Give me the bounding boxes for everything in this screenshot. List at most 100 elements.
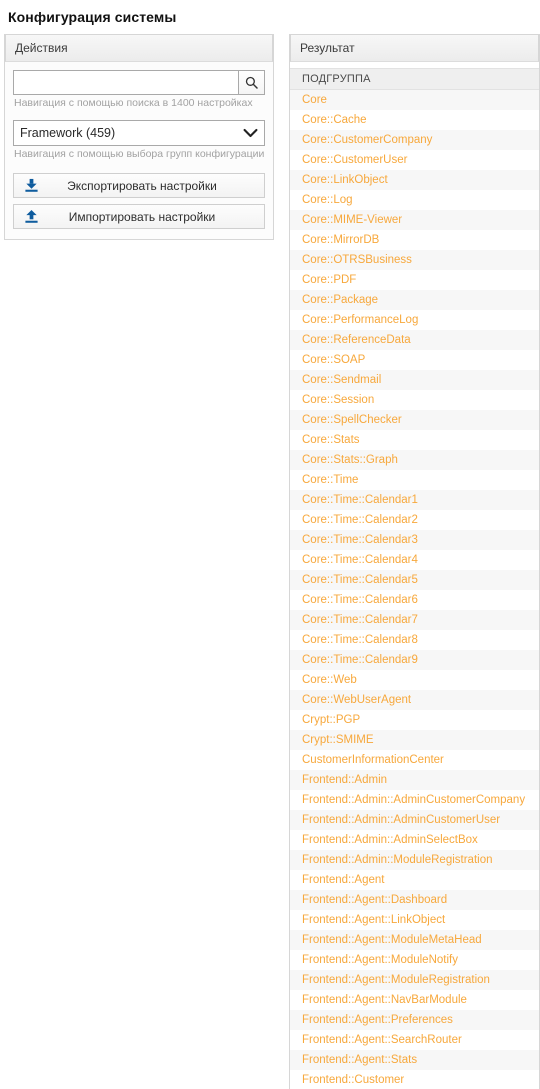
list-item[interactable]: Core::LinkObject	[290, 170, 539, 190]
subgroup-link[interactable]: Frontend::Agent::NavBarModule	[302, 994, 467, 1006]
subgroup-link[interactable]: Core::Cache	[302, 114, 367, 126]
subgroup-link[interactable]: Core::Session	[302, 394, 374, 406]
list-item[interactable]: Core::CustomerUser	[290, 150, 539, 170]
list-item[interactable]: Core::Stats	[290, 430, 539, 450]
subgroup-link[interactable]: Core::CustomerUser	[302, 154, 407, 166]
list-item[interactable]: Core::Stats::Graph	[290, 450, 539, 470]
list-item[interactable]: Core::SpellChecker	[290, 410, 539, 430]
subgroup-link[interactable]: Frontend::Admin	[302, 774, 387, 786]
list-item[interactable]: Frontend::Admin::AdminCustomerCompany	[290, 790, 539, 810]
subgroup-link[interactable]: Frontend::Agent::Preferences	[302, 1014, 453, 1026]
list-item[interactable]: Frontend::Admin::ModuleRegistration	[290, 850, 539, 870]
import-settings-button[interactable]: Импортировать настройки	[13, 204, 265, 229]
search-input[interactable]	[13, 70, 238, 95]
list-item[interactable]: Core::PDF	[290, 270, 539, 290]
list-item[interactable]: Frontend::Admin::AdminSelectBox	[290, 830, 539, 850]
subgroup-link[interactable]: Core::MIME-Viewer	[302, 214, 402, 226]
subgroup-link[interactable]: Core::CustomerCompany	[302, 134, 432, 146]
list-item[interactable]: Crypt::PGP	[290, 710, 539, 730]
search-submit-button[interactable]	[238, 70, 265, 95]
subgroup-link[interactable]: Core::MirrorDB	[302, 234, 379, 246]
list-item[interactable]: Frontend::Agent::LinkObject	[290, 910, 539, 930]
list-item[interactable]: Core::MIME-Viewer	[290, 210, 539, 230]
list-item[interactable]: Core::Session	[290, 390, 539, 410]
subgroup-link[interactable]: Frontend::Admin::AdminSelectBox	[302, 834, 478, 846]
subgroup-link[interactable]: Frontend::Agent::SearchRouter	[302, 1034, 462, 1046]
list-item[interactable]: Core::MirrorDB	[290, 230, 539, 250]
subgroup-link[interactable]: Frontend::Agent::ModuleRegistration	[302, 974, 490, 986]
list-item[interactable]: Frontend::Agent::ModuleRegistration	[290, 970, 539, 990]
subgroup-link[interactable]: Core::WebUserAgent	[302, 694, 411, 706]
list-item[interactable]: Core::Time::Calendar3	[290, 530, 539, 550]
list-item[interactable]: Frontend::Agent::SearchRouter	[290, 1030, 539, 1050]
list-item[interactable]: Frontend::Agent::Preferences	[290, 1010, 539, 1030]
list-item[interactable]: Frontend::Admin	[290, 770, 539, 790]
subgroup-link[interactable]: Frontend::Admin::AdminCustomerCompany	[302, 794, 525, 806]
subgroup-link[interactable]: Core::ReferenceData	[302, 334, 411, 346]
list-item[interactable]: Core::SOAP	[290, 350, 539, 370]
list-item[interactable]: Core::Cache	[290, 110, 539, 130]
list-item[interactable]: Core::Time::Calendar5	[290, 570, 539, 590]
subgroup-link[interactable]: Core::PerformanceLog	[302, 314, 418, 326]
subgroup-link[interactable]: Core::Time::Calendar5	[302, 574, 418, 586]
subgroup-link[interactable]: Core::PDF	[302, 274, 356, 286]
subgroup-link[interactable]: Core::Stats::Graph	[302, 454, 398, 466]
list-item[interactable]: Core::Log	[290, 190, 539, 210]
subgroup-link[interactable]: Core::Stats	[302, 434, 360, 446]
subgroup-link[interactable]: Core::Time::Calendar2	[302, 514, 418, 526]
subgroup-link[interactable]: Core	[302, 94, 327, 106]
list-item[interactable]: Core::Package	[290, 290, 539, 310]
list-item[interactable]: Frontend::Agent	[290, 870, 539, 890]
subgroup-link[interactable]: Core::Time	[302, 474, 358, 486]
subgroup-link[interactable]: Frontend::Agent::Dashboard	[302, 894, 447, 906]
list-item[interactable]: Core::WebUserAgent	[290, 690, 539, 710]
list-item[interactable]: Core::Time::Calendar8	[290, 630, 539, 650]
subgroup-link[interactable]: Core::Web	[302, 674, 357, 686]
list-item[interactable]: Core::Sendmail	[290, 370, 539, 390]
list-item[interactable]: Frontend::Agent::NavBarModule	[290, 990, 539, 1010]
subgroup-link[interactable]: Core::Time::Calendar1	[302, 494, 418, 506]
list-item[interactable]: Frontend::Agent::Stats	[290, 1050, 539, 1070]
list-item[interactable]: Frontend::Admin::AdminCustomerUser	[290, 810, 539, 830]
subgroup-link[interactable]: Core::SpellChecker	[302, 414, 402, 426]
subgroup-link[interactable]: Frontend::Agent::Stats	[302, 1054, 417, 1066]
list-item[interactable]: Core::Time::Calendar4	[290, 550, 539, 570]
subgroup-link[interactable]: Crypt::SMIME	[302, 734, 374, 746]
list-item[interactable]: Core::Time::Calendar6	[290, 590, 539, 610]
subgroup-link[interactable]: Frontend::Agent::LinkObject	[302, 914, 445, 926]
subgroup-link[interactable]: Crypt::PGP	[302, 714, 360, 726]
list-item[interactable]: Core::ReferenceData	[290, 330, 539, 350]
subgroup-link[interactable]: Core::Time::Calendar9	[302, 654, 418, 666]
list-item[interactable]: Core::CustomerCompany	[290, 130, 539, 150]
subgroup-link[interactable]: Frontend::Agent	[302, 874, 384, 886]
list-item[interactable]: Crypt::SMIME	[290, 730, 539, 750]
subgroup-link[interactable]: Core::Log	[302, 194, 353, 206]
list-item[interactable]: Core::Web	[290, 670, 539, 690]
subgroup-link[interactable]: Core::LinkObject	[302, 174, 388, 186]
list-item[interactable]: CustomerInformationCenter	[290, 750, 539, 770]
group-select[interactable]: Framework (459)	[13, 120, 265, 146]
subgroup-link[interactable]: Core::SOAP	[302, 354, 365, 366]
subgroup-link[interactable]: Core::Package	[302, 294, 378, 306]
subgroup-link[interactable]: Core::Time::Calendar4	[302, 554, 418, 566]
subgroup-link[interactable]: Frontend::Agent::ModuleMetaHead	[302, 934, 482, 946]
subgroup-link[interactable]: CustomerInformationCenter	[302, 754, 444, 766]
subgroup-link[interactable]: Frontend::Agent::ModuleNotify	[302, 954, 458, 966]
subgroup-link[interactable]: Core::Time::Calendar3	[302, 534, 418, 546]
list-item[interactable]: Core::Time::Calendar1	[290, 490, 539, 510]
list-item[interactable]: Frontend::Agent::Dashboard	[290, 890, 539, 910]
list-item[interactable]: Core::Time::Calendar7	[290, 610, 539, 630]
list-item[interactable]: Core::PerformanceLog	[290, 310, 539, 330]
subgroup-link[interactable]: Core::Time::Calendar6	[302, 594, 418, 606]
subgroup-link[interactable]: Core::Time::Calendar8	[302, 634, 418, 646]
list-item[interactable]: Core::Time::Calendar2	[290, 510, 539, 530]
subgroup-link[interactable]: Frontend::Admin::ModuleRegistration	[302, 854, 493, 866]
list-item[interactable]: Frontend::Customer	[290, 1070, 539, 1089]
list-item[interactable]: Core::OTRSBusiness	[290, 250, 539, 270]
subgroup-link[interactable]: Core::OTRSBusiness	[302, 254, 412, 266]
list-item[interactable]: Frontend::Agent::ModuleNotify	[290, 950, 539, 970]
subgroup-link[interactable]: Core::Sendmail	[302, 374, 381, 386]
list-item[interactable]: Core	[290, 90, 539, 110]
list-item[interactable]: Core::Time::Calendar9	[290, 650, 539, 670]
subgroup-link[interactable]: Frontend::Customer	[302, 1074, 404, 1086]
